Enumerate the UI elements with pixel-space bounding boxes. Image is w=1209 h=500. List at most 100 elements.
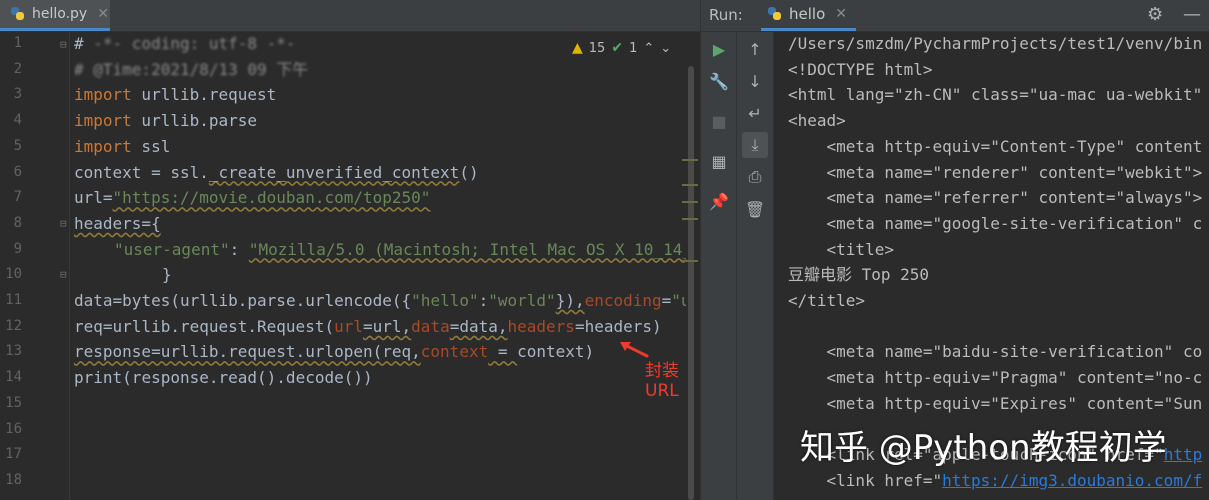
console-line: <html lang="zh-CN" class="ua-mac ua-webk… [788,85,1203,105]
scroll-to-end-icon[interactable]: ⤓ [742,132,768,158]
tab-run-hello[interactable]: hello ✕ [761,0,856,31]
keyword: import [74,111,132,131]
editor-scrollbar[interactable] [688,66,694,500]
console-line: <meta name="baidu-site-verification" co [788,342,1203,362]
console-line: <meta name="google-site-verification" c [788,213,1203,233]
code-line-6: context = ssl._create_unverified_context… [74,160,479,186]
code-text: : [229,239,249,259]
code-text: = [661,291,672,310]
line-number: 9 [13,240,22,257]
stop-icon[interactable]: ■ [706,108,732,134]
tab-hello-py[interactable]: hello.py ✕ [0,0,110,31]
close-icon[interactable]: ✕ [97,6,109,22]
run-label: Run: [709,6,743,24]
line-number: 2 [13,60,22,77]
line-number: 12 [5,317,22,334]
code-line-3: import urllib.request [74,82,276,108]
code-text: context = ssl. [74,162,209,182]
code-area[interactable]: # -*- coding: utf-8 -*- # @Time:2021/8/1… [74,31,686,500]
minimize-icon[interactable]: — [1183,4,1201,25]
code-text: print [74,368,123,388]
scroll-marker[interactable] [682,218,698,220]
run-toolbar-secondary: ↑ ↓ ↵ ⤓ ⎙ 🗑 [737,32,774,500]
arrow-down-icon[interactable]: ↓ [742,68,768,94]
param-name: url [334,316,363,336]
line-number: 5 [13,137,22,154]
run-toolbar-primary: ▶ 🔧 ■ ▦ 📌 [701,32,737,500]
string-literal: "https://movie.douban.com/top250" [112,188,431,208]
editor-tab-bar: hello.py ✕ [0,0,700,32]
code-text: } [162,265,172,285]
code-text: bytes [122,291,171,310]
warning-icon: ▲ [572,40,583,56]
scroll-marker[interactable] [682,201,698,203]
run-tab-label: hello [789,5,826,23]
chevron-up-icon[interactable]: ⌃ [643,41,654,56]
param-name: context [420,342,489,362]
editor-pane: hello.py ✕ 1 2 3 4 5 6 7 8 9 10 11 12 13… [0,0,700,500]
close-icon[interactable]: ✕ [835,6,847,22]
arrow-up-icon[interactable]: ↑ [742,36,768,62]
code-text: response=urllib.request.urlopen(req, [74,342,421,362]
code-text: context) [517,342,595,362]
rerun-icon[interactable]: ▶ [706,36,732,62]
line-number: 4 [13,112,22,129]
tab-label: hello.py [32,6,88,22]
comment-hash: # [74,34,84,53]
scroll-marker[interactable] [682,184,698,186]
trash-icon[interactable]: 🗑 [742,196,768,222]
annotation-label: 封装URL [645,361,679,401]
python-file-icon [767,6,783,22]
layout-icon[interactable]: ▦ [706,148,732,174]
string-literal: "u [671,291,686,310]
code-text: urllib.request [131,85,277,105]
console-line: </title> [788,291,866,310]
code-text: ssl [131,136,171,156]
print-icon[interactable]: ⎙ [742,164,768,190]
console-line: 豆瓣电影 Top 250 [788,265,930,285]
line-number: 11 [5,292,22,308]
code-line-7: url="https://movie.douban.com/top250" [74,185,430,211]
param-name: headers [507,316,575,336]
line-number: 7 [13,189,22,206]
code-line-5: import ssl [74,134,170,160]
console-line: <meta http-equiv="Content-Type" content [788,136,1203,156]
line-number: 16 [5,420,22,437]
code-line-10: } [162,262,172,288]
scroll-marker[interactable] [682,260,698,262]
soft-wrap-icon[interactable]: ↵ [742,100,768,126]
string-literal: "hello" [411,291,479,310]
code-text: =headers) [574,316,662,336]
code-text: headers={ [74,213,161,233]
line-number: 17 [5,446,22,463]
check-icon: ✔ [611,40,624,56]
code-line-9: "user-agent": "Mozilla/5.0 (Macintosh; I… [114,237,686,263]
console-line: <head> [788,111,846,131]
keyword: import [74,85,132,105]
line-number: 1 [13,35,22,51]
code-line-4: import urllib.parse [74,108,257,134]
param-name: encoding [584,291,662,310]
console-line: <!DOCTYPE html> [788,59,933,79]
code-line-13: response=urllib.request.urlopen(req,cont… [74,339,594,365]
scroll-marker[interactable] [682,159,698,161]
chevron-down-icon[interactable]: ⌄ [660,41,671,56]
gear-icon[interactable]: ⚙ [1147,4,1163,25]
inspection-widget[interactable]: ▲ 15 ✔ 1 ⌃ ⌄ [572,38,677,58]
watermark: 知乎 @Python教程初学 [800,428,1167,468]
code-text: req=urllib.request.Request( [74,316,335,336]
code-text: : [478,291,489,310]
code-line-11: data=bytes(urllib.parse.urlencode({"hell… [74,288,686,314]
console-line: <meta http-equiv="Expires" content="Sun [788,393,1203,413]
code-text: =data, [449,316,508,336]
wrench-icon[interactable]: 🔧 [706,68,732,94]
code-text: _create_unverified_context [208,162,460,182]
gutter-separator [69,31,70,500]
console-link[interactable]: http [1164,445,1203,464]
line-number: 10 [5,266,22,283]
line-gutter: 1 2 3 4 5 6 7 8 9 10 11 12 13 14 15 16 1… [0,31,68,500]
run-header: Run: hello ✕ ⚙ — [701,0,1209,32]
keyword: import [74,136,132,156]
pin-icon[interactable]: 📌 [706,188,732,214]
console-link[interactable]: https://img3.doubanio.com/f [942,471,1202,490]
